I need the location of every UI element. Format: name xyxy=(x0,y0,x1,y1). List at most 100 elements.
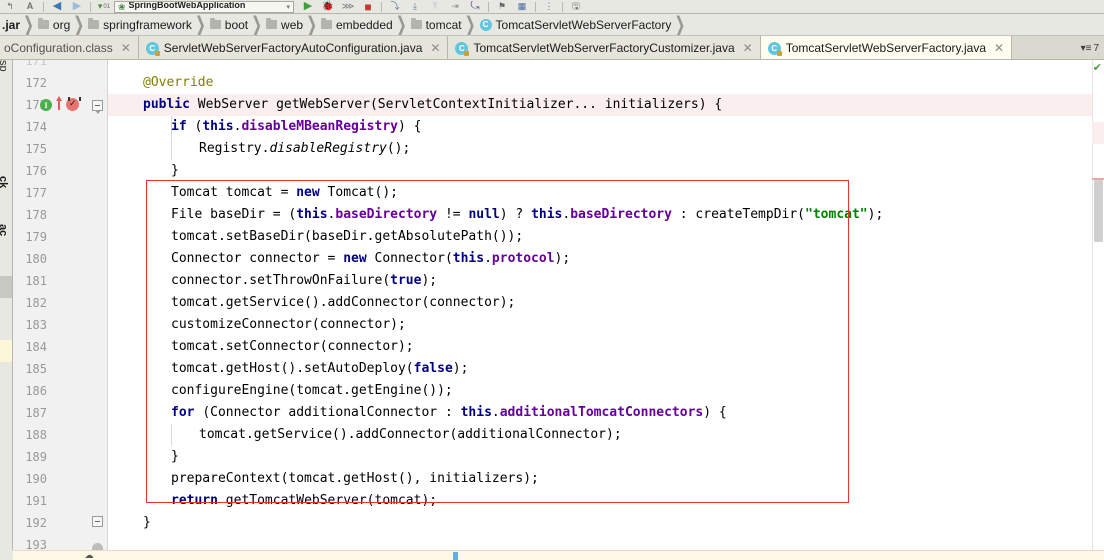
line-number: 188 xyxy=(25,428,47,442)
line-number: 178 xyxy=(25,208,47,222)
line-number: 180 xyxy=(25,252,47,266)
bottom-left-corner xyxy=(0,550,13,560)
mute-breakpoints-icon[interactable]: ⚑ xyxy=(492,0,512,13)
view-breakpoints-icon[interactable]: ▦ xyxy=(512,0,532,13)
toolbar-run-group: ▶ 🐞 ⋙ ■ ⤵ ⤓ ⤒ ⇥ ⤿ ⚑ ▦ ⋮ 🖫 xyxy=(298,0,586,13)
editor-gutter[interactable]: 171 172 173 174 175 176 177 178 179 180 … xyxy=(13,60,108,560)
left-tool-window-bar: sp ck ac xyxy=(0,60,13,560)
build-step-icon[interactable]: ▾ 01 xyxy=(94,0,114,13)
forward-icon[interactable]: ▶ xyxy=(67,0,87,13)
evaluate-expression-icon[interactable]: ⤿ xyxy=(465,0,485,13)
spring-boot-icon: ❀ xyxy=(118,1,126,12)
stop-icon[interactable]: ■ xyxy=(358,0,378,13)
code-line-191: return getTomcatWebServer(tomcat); xyxy=(171,493,438,508)
breadcrumb-item-tomcat[interactable]: tomcat xyxy=(408,14,464,35)
code-line-175: Registry.disableRegistry(); xyxy=(199,141,411,156)
step-into-icon[interactable]: ⤓ xyxy=(405,0,425,13)
editor-tab-0[interactable]: oConfiguration.class ✕ xyxy=(0,36,139,59)
breadcrumb-separator: ❯ xyxy=(674,14,686,36)
breadcrumb-item-web[interactable]: web xyxy=(263,14,305,35)
code-text-area[interactable]: @Override public WebServer getWebServer(… xyxy=(109,60,1104,560)
implemented-method-icon[interactable]: I xyxy=(40,99,52,111)
save-icon[interactable]: 🖫 xyxy=(566,0,586,13)
chevron-down-icon[interactable]: ▾ xyxy=(286,3,290,11)
sidebar-item-favorites[interactable]: ac xyxy=(0,224,9,236)
breadcrumb-item-jar[interactable]: .jar xyxy=(0,14,22,35)
code-line-188: tomcat.getService().addConnector(additio… xyxy=(199,427,622,442)
breadcrumb-item-class[interactable]: C TomcatServletWebServerFactory xyxy=(477,14,674,35)
code-line-174: if (this.disableMBeanRegistry) { xyxy=(171,119,422,134)
folder-icon xyxy=(410,18,422,29)
step-out-icon[interactable]: ⤒ xyxy=(425,0,445,13)
editor-tab-1[interactable]: C ServletWebServerFactoryAutoConfigurati… xyxy=(138,36,449,59)
line-number: 175 xyxy=(25,142,47,156)
editor-tab-label: oConfiguration.class xyxy=(4,41,113,55)
toolbar-divider-2 xyxy=(90,2,91,12)
breakpoint-verified-icon[interactable] xyxy=(66,98,79,111)
back-icon[interactable]: ◀ xyxy=(47,0,67,13)
line-number: 186 xyxy=(25,384,47,398)
toolbar-divider-4 xyxy=(488,2,489,12)
close-icon[interactable]: ✕ xyxy=(743,41,753,55)
line-number: 184 xyxy=(25,340,47,354)
caret-row-marker xyxy=(1092,122,1104,144)
fold-region-end-icon[interactable] xyxy=(92,516,103,527)
status-strip xyxy=(13,550,1104,560)
sidebar-item-project[interactable]: sp xyxy=(0,60,9,72)
line-number: 174 xyxy=(25,120,47,134)
inspection-status-icon[interactable]: ✔ xyxy=(1093,62,1102,73)
editor-scrollbar[interactable]: ✔ xyxy=(1092,60,1104,560)
run-icon[interactable]: ▶ xyxy=(298,0,318,13)
override-arrow-icon xyxy=(56,96,62,110)
line-number: 185 xyxy=(25,362,47,376)
java-class-icon: C xyxy=(767,41,782,56)
close-icon[interactable]: ✕ xyxy=(121,41,131,55)
editor-tab-2[interactable]: C TomcatServletWebServerFactoryCustomize… xyxy=(448,36,761,59)
breadcrumb-item-boot[interactable]: boot xyxy=(207,14,250,35)
ide-window: ↰ A ◀ ▶ ▾ 01 ❀ SpringBootWebApplication ▾… xyxy=(0,0,1104,560)
folder-icon xyxy=(88,18,100,29)
breadcrumb-separator: ❯ xyxy=(194,14,206,36)
code-editor[interactable]: 171 172 173 174 175 176 177 178 179 180 … xyxy=(13,60,1104,560)
breadcrumb-label: org xyxy=(52,17,71,32)
step-over-icon[interactable]: ⤵ xyxy=(385,0,405,13)
breadcrumb-separator: ❯ xyxy=(23,14,34,36)
close-icon[interactable]: ✕ xyxy=(430,41,440,55)
close-icon[interactable]: ✕ xyxy=(994,41,1004,55)
font-size-icon[interactable]: A xyxy=(20,0,40,13)
sidebar-item-stack[interactable]: ck xyxy=(0,176,9,188)
collapse-icon[interactable]: ☁ xyxy=(83,550,95,560)
breadcrumb-label: web xyxy=(281,17,304,32)
fold-region-icon[interactable] xyxy=(92,100,103,114)
code-line-184: tomcat.setConnector(connector); xyxy=(171,339,414,354)
line-number: 176 xyxy=(25,164,47,178)
run-to-cursor-icon[interactable]: ⇥ xyxy=(445,0,465,13)
debug-icon[interactable]: 🐞 xyxy=(318,0,338,13)
scrollbar-thumb[interactable] xyxy=(1094,180,1103,242)
folder-icon xyxy=(320,18,332,29)
folder-icon xyxy=(266,18,278,29)
breadcrumb-label: boot xyxy=(224,17,249,32)
breadcrumb-item-embedded[interactable]: embedded xyxy=(318,14,395,35)
breadcrumb-item-springframework[interactable]: springframework xyxy=(85,14,194,35)
step-badge: 01 xyxy=(103,3,111,10)
editor-tab-bar: oConfiguration.class ✕ C ServletWebServe… xyxy=(0,36,1104,60)
run-configuration-selector[interactable]: ❀ SpringBootWebApplication ▾ xyxy=(114,1,294,13)
run-configuration-label: SpringBootWebApplication xyxy=(128,1,246,10)
editor-tab-3[interactable]: C TomcatServletWebServerFactory.java ✕ xyxy=(760,36,1013,59)
code-line-173: public WebServer getWebServer(ServletCon… xyxy=(143,97,723,112)
settings-icon[interactable]: ⋮ xyxy=(539,0,559,13)
code-line-172: @Override xyxy=(143,75,214,90)
undo-arrow-icon[interactable]: ↰ xyxy=(0,0,20,13)
coverage-icon[interactable]: ⋙ xyxy=(338,0,358,13)
breadcrumb-label: embedded xyxy=(335,17,393,32)
code-line-192: } xyxy=(143,515,151,530)
code-line-189: } xyxy=(171,449,179,464)
line-number: 189 xyxy=(25,450,47,464)
line-number: 179 xyxy=(25,230,47,244)
toolbar-divider-5 xyxy=(535,2,536,12)
line-number: 177 xyxy=(25,186,47,200)
tab-overflow-button[interactable]: ▾≡ 7 xyxy=(1075,36,1104,59)
breadcrumb-item-org[interactable]: org xyxy=(35,14,72,35)
code-line-183: customizeConnector(connector); xyxy=(171,317,406,332)
